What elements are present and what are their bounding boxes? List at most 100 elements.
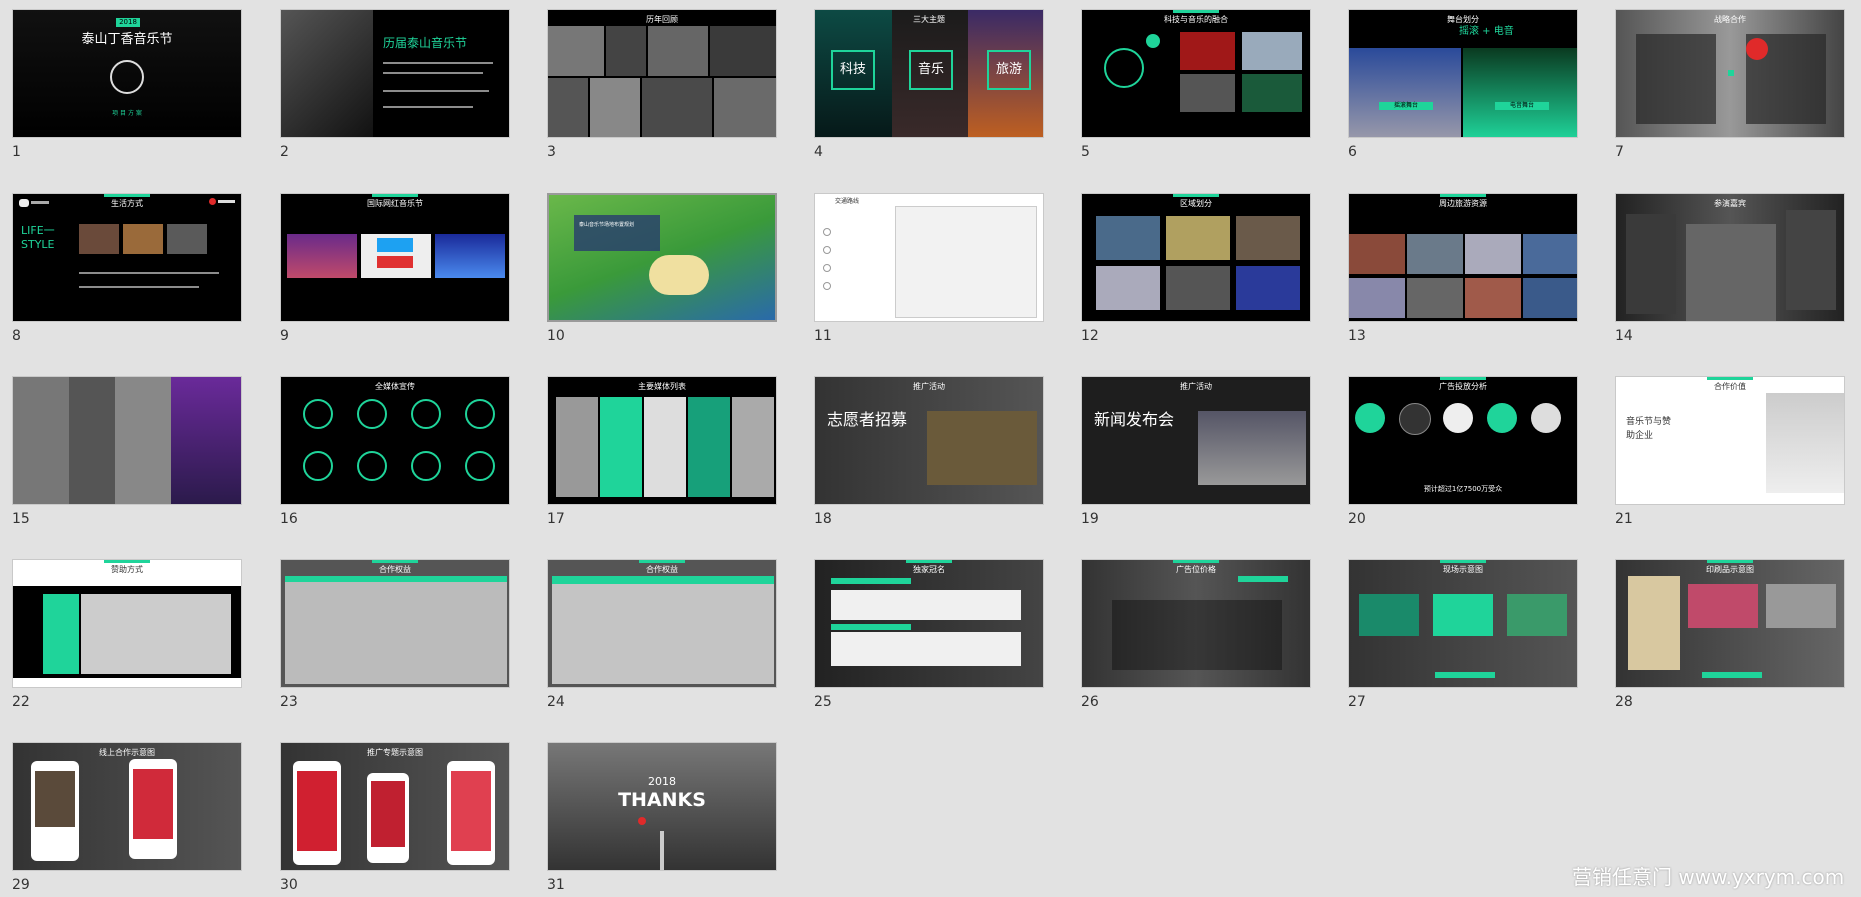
slide-number: 21 [1615, 511, 1633, 527]
slide-number: 6 [1348, 144, 1357, 160]
slide-26-preview[interactable]: 广告位价格 [1081, 559, 1311, 688]
conference-photo [1198, 411, 1306, 485]
dj-photo [115, 377, 171, 504]
globe-icon [411, 451, 441, 481]
event-photo [1242, 32, 1302, 70]
slide-14-preview[interactable]: 参演嘉宾 [1615, 193, 1845, 322]
slide-title: 赞助方式 [111, 565, 143, 574]
slide-number: 9 [280, 328, 289, 344]
slide-30-preview[interactable]: 推广专题示意图 [280, 742, 510, 871]
slide-12-preview[interactable]: 区域划分 [1081, 193, 1311, 322]
slide-title: 推广活动 [1180, 382, 1212, 391]
slide-25-preview[interactable]: 独家冠名 [814, 559, 1044, 688]
slide-23-preview[interactable]: 合作权益 [280, 559, 510, 688]
slide-number: 28 [1615, 694, 1633, 710]
artist-photo [548, 26, 604, 76]
slide-13-preview[interactable]: 周边旅游资源 [1348, 193, 1578, 322]
year-label: 2018 [648, 775, 676, 788]
rock-stage-photo [1349, 48, 1461, 137]
performer-photo [1786, 210, 1836, 310]
theme-label-tech: 科技 [831, 50, 875, 90]
slide-20-preview[interactable]: 广告投放分析 预计超过1亿7500万受众 [1348, 376, 1578, 505]
text-line [79, 272, 219, 274]
slide-number: 24 [547, 694, 565, 710]
slide-2-preview[interactable]: 历届泰山音乐节 [280, 9, 510, 138]
table-header [552, 576, 774, 584]
text-line [383, 106, 473, 108]
festival-photo [435, 234, 505, 278]
phone-screen [297, 771, 337, 851]
tourism-photo [1465, 278, 1521, 318]
festival-photo [287, 234, 357, 278]
slide-11-preview[interactable]: 交通路线 [814, 193, 1044, 322]
slide-title: 印刷品示意图 [1706, 565, 1754, 574]
dj-photo [171, 377, 241, 504]
slide-15-preview[interactable] [12, 376, 242, 505]
slide-title: 参演嘉宾 [1714, 199, 1746, 208]
text-line [383, 72, 483, 74]
slide-title: 主要媒体列表 [638, 382, 686, 391]
slide-1-preview[interactable]: 2018 泰山丁香音乐节 项 目 方 案 [12, 9, 242, 138]
slide-17-preview[interactable]: 主要媒体列表 [547, 376, 777, 505]
performer-photo [1626, 214, 1676, 314]
slide-number: 16 [280, 511, 298, 527]
slide-title: 泰山丁香音乐节 [81, 32, 173, 47]
buzzfeed-icon [377, 256, 413, 268]
slide-21-preview[interactable]: 合作价值 音乐节与赞助企业 [1615, 376, 1845, 505]
slide-title: 泰山音乐节场地布置规划 [579, 222, 635, 228]
slide-22-preview[interactable]: 赞助方式 [12, 559, 242, 688]
accent-bar [372, 194, 418, 197]
slide-28-preview[interactable]: 印刷品示意图 [1615, 559, 1845, 688]
zone-photo [1236, 266, 1300, 310]
audience-circle [1531, 403, 1561, 433]
flyer-sample [1688, 584, 1758, 628]
slide-7-preview[interactable]: 战略合作 [1615, 9, 1845, 138]
slide-5-preview[interactable]: 科技与音乐的融合 [1081, 9, 1311, 138]
list-bullet-icon [823, 282, 831, 290]
slide-29-preview[interactable]: 线上合作示意图 [12, 742, 242, 871]
audience-circle [1399, 403, 1431, 435]
bus-icon [465, 399, 495, 429]
slide-title: 科技与音乐的融合 [1164, 15, 1228, 24]
slide-4-preview[interactable]: 三大主题 科技 音乐 旅游 [814, 9, 1044, 138]
route-map [895, 206, 1037, 318]
accent-bar [372, 560, 418, 563]
slide-27-preview[interactable]: 现场示意图 [1348, 559, 1578, 688]
slide-3-preview[interactable]: 历年回顾 [547, 9, 777, 138]
artist-photo [606, 26, 646, 76]
audience-circle [1355, 403, 1385, 433]
slide-31-preview[interactable]: 2018 THANKS [547, 742, 777, 871]
slide-19-preview[interactable]: 推广活动 新闻发布会 [1081, 376, 1311, 505]
slide-24-preview[interactable]: 合作权益 [547, 559, 777, 688]
text-line [79, 286, 199, 288]
slide-number: 11 [814, 328, 832, 344]
sponsor-tier-box [831, 590, 1021, 620]
steering-logo-icon [110, 60, 144, 94]
slide-title: 交通路线 [835, 198, 860, 205]
partner-card [1636, 34, 1716, 124]
orchestra-photo [927, 411, 1037, 485]
slide-9-preview[interactable]: 国际网红音乐节 [280, 193, 510, 322]
tourism-photo [1523, 278, 1577, 318]
list-bullet-icon [823, 264, 831, 272]
slide-title: 周边旅游资源 [1439, 199, 1487, 208]
slide-6-preview[interactable]: 舞台划分 摇滚 + 电音 摇滚舞台 电音舞台 [1348, 9, 1578, 138]
audience-circle [1443, 403, 1473, 433]
slide-number: 4 [814, 144, 823, 160]
slide-number: 27 [1348, 694, 1366, 710]
accent-bar [1440, 194, 1486, 197]
tier-label [831, 624, 911, 630]
media-column [732, 397, 774, 497]
caption-bar [1702, 672, 1762, 678]
slide-8-preview[interactable]: 生活方式 LIFE一STYLE [12, 193, 242, 322]
slide-title: 生活方式 [111, 199, 143, 208]
slide-title: 合作权益 [646, 565, 678, 574]
slide-18-preview[interactable]: 推广活动 志愿者招募 [814, 376, 1044, 505]
slide-number: 25 [814, 694, 832, 710]
artist-photo [710, 26, 776, 76]
phone-screen [451, 771, 491, 851]
zone-photo [1166, 216, 1230, 260]
slide-10-preview[interactable]: 泰山音乐节场地布置规划 [547, 193, 777, 322]
slide-16-preview[interactable]: 全媒体宣传 [280, 376, 510, 505]
media-column [600, 397, 642, 497]
